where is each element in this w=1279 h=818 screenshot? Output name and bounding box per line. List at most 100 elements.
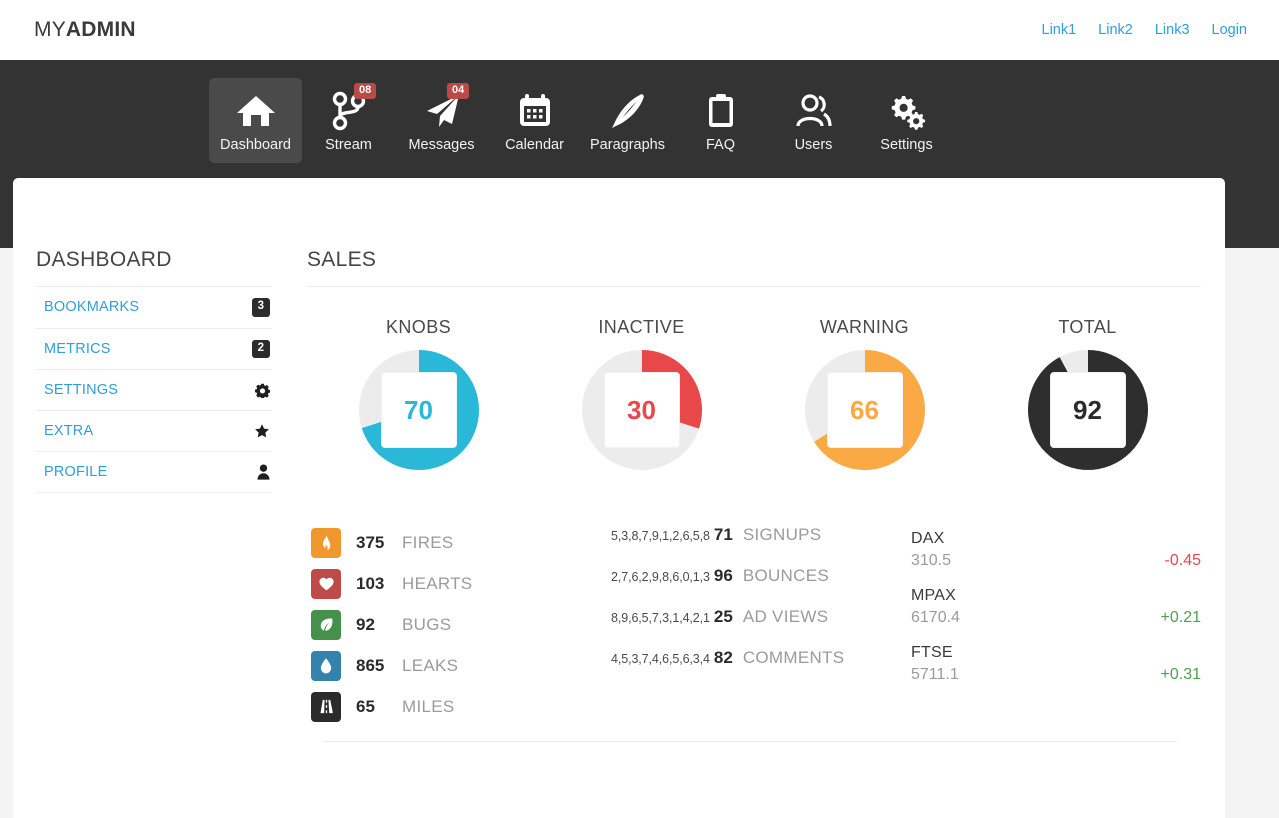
ticker-ftse[interactable]: FTSE 5711.1 +0.31 xyxy=(911,644,1201,684)
sparkline-row-comments[interactable]: 4,5,3,7,4,6,5,6,3,4 82 COMMENTS xyxy=(611,648,911,689)
gears-icon xyxy=(887,89,927,133)
sparkline-label-bounces: BOUNCES xyxy=(742,566,829,585)
donut-title-warning: WARNING xyxy=(819,317,910,337)
sidebar-item-settings[interactable]: SETTINGS xyxy=(36,370,272,411)
app-logo[interactable]: MYADMIN xyxy=(34,18,136,42)
sparkline-row-ad-views[interactable]: 8,9,6,5,7,3,1,4,2,1 25 AD VIEWS xyxy=(611,607,911,648)
donut-value-knobs: 70 xyxy=(404,394,433,425)
sparkline-value-ad-views: 25 xyxy=(713,607,733,626)
ticker-value-dax: 310.5 xyxy=(911,552,952,569)
stat-label-leaks: LEAKS xyxy=(402,655,459,675)
donut-title-knobs: KNOBS xyxy=(385,317,452,337)
sidebar-right-metrics: 2 xyxy=(251,339,270,358)
sidebar-item-extra[interactable]: EXTRA xyxy=(36,411,272,452)
top-link-1[interactable]: Link1 xyxy=(1042,22,1077,38)
donut-chart-total[interactable]: TOTAL 92 xyxy=(976,317,1199,470)
donut-center-knobs: 70 xyxy=(380,372,457,448)
stat-value-fires: 375 xyxy=(356,532,385,552)
sparkline-label-ad-views: AD VIEWS xyxy=(742,607,829,626)
donut-chart-knobs[interactable]: KNOBS 70 xyxy=(307,317,530,470)
ticker-dax[interactable]: DAX 310.5 -0.45 xyxy=(911,530,1201,570)
donut-chart-inactive[interactable]: INACTIVE 30 xyxy=(530,317,753,470)
donut-value-inactive: 30 xyxy=(627,394,656,425)
donut-ring-inactive: 30 xyxy=(581,350,702,470)
nav-label-stream: Stream xyxy=(325,137,372,153)
donut-title-total: TOTAL xyxy=(1058,317,1117,337)
nav-item-dashboard[interactable]: Dashboard xyxy=(209,78,302,163)
sparkline-value-bounces: 96 xyxy=(713,566,733,585)
user-icon xyxy=(257,464,270,480)
nav-badge-stream: 08 xyxy=(354,83,377,99)
nav-item-users[interactable]: Users xyxy=(767,78,860,163)
sparkline-value-signups: 71 xyxy=(713,525,733,544)
login-link[interactable]: Login xyxy=(1212,22,1247,38)
donut-center-inactive: 30 xyxy=(603,372,680,448)
stat-label-fires: FIRES xyxy=(402,532,454,552)
fire-icon xyxy=(311,527,341,558)
top-nav-links: Link1 Link2 Link3 Login xyxy=(1042,22,1248,38)
nav-badge-messages: 04 xyxy=(447,83,470,99)
heart-icon xyxy=(311,568,341,599)
sparkline-row-signups[interactable]: 5,3,8,7,9,1,2,6,5,8 71 SIGNUPS xyxy=(611,525,911,566)
sidebar-label-settings: SETTINGS xyxy=(44,382,119,398)
sidebar-badge-bookmarks: 3 xyxy=(251,298,270,317)
nav-item-messages[interactable]: 04 Messages xyxy=(395,78,488,163)
sidebar-item-bookmarks[interactable]: BOOKMARKS 3 xyxy=(36,287,272,329)
stat-row-fires[interactable]: 375 FIRES xyxy=(311,522,611,563)
star-icon xyxy=(254,423,270,439)
ticker-column: DAX 310.5 -0.45 MPAX 6170.4 +0.21 FTSE 5… xyxy=(911,522,1201,727)
sidebar-item-profile[interactable]: PROFILE xyxy=(36,452,272,493)
stats-icon-column: 375 FIRES 103 HEARTS 92 BUGS 865 LEAKS 6… xyxy=(311,522,611,727)
users-icon xyxy=(794,89,834,133)
bottom-divider xyxy=(322,741,1177,742)
section-title-sales: SALES xyxy=(307,248,1201,287)
stat-label-miles: MILES xyxy=(402,696,455,716)
nav-label-calendar: Calendar xyxy=(505,137,564,153)
sparkline-value-comments: 82 xyxy=(713,648,733,667)
nav-label-dashboard: Dashboard xyxy=(220,137,291,153)
stat-value-bugs: 92 xyxy=(356,614,375,634)
sparkline-label-comments: COMMENTS xyxy=(742,648,845,667)
droplet-icon xyxy=(311,650,341,681)
home-icon xyxy=(234,89,278,133)
stat-row-leaks[interactable]: 865 LEAKS xyxy=(311,645,611,686)
feather-icon xyxy=(608,89,648,133)
nav-label-settings: Settings xyxy=(880,137,933,153)
road-icon xyxy=(311,691,341,722)
main-content: SALES KNOBS 70 INACTIVE 30 WARNING 66 TO… xyxy=(296,248,1225,742)
logo-light-text: MY xyxy=(34,18,66,41)
stat-value-hearts: 103 xyxy=(356,573,385,593)
donut-chart-group: KNOBS 70 INACTIVE 30 WARNING 66 TOTAL 92 xyxy=(307,287,1201,470)
stat-row-bugs[interactable]: 92 BUGS xyxy=(311,604,611,645)
sparkline-row-bounces[interactable]: 2,7,6,2,9,8,6,0,1,3 96 BOUNCES xyxy=(611,566,911,607)
top-link-2[interactable]: Link2 xyxy=(1098,22,1133,38)
donut-ring-total: 92 xyxy=(1027,350,1148,470)
stat-row-hearts[interactable]: 103 HEARTS xyxy=(311,563,611,604)
sparkline-data-ad-views: 8,9,6,5,7,3,1,4,2,1 xyxy=(611,611,710,625)
sparkline-data-signups: 5,3,8,7,9,1,2,6,5,8 xyxy=(611,529,710,543)
nav-item-calendar[interactable]: Calendar xyxy=(488,78,581,163)
stat-label-bugs: BUGS xyxy=(402,614,452,634)
ticker-mpax[interactable]: MPAX 6170.4 +0.21 xyxy=(911,587,1201,627)
stat-value-miles: 65 xyxy=(356,696,375,716)
top-link-3[interactable]: Link3 xyxy=(1155,22,1190,38)
ticker-row-ftse: 5711.1 +0.31 xyxy=(911,666,1201,684)
donut-value-warning: 66 xyxy=(850,394,879,425)
ticker-row-mpax: 6170.4 +0.21 xyxy=(911,609,1201,627)
nav-item-faq[interactable]: FAQ xyxy=(674,78,767,163)
nav-item-settings[interactable]: Settings xyxy=(860,78,953,163)
sidebar-label-extra: EXTRA xyxy=(44,423,94,439)
nav-item-paragraphs[interactable]: Paragraphs xyxy=(581,78,674,163)
nav-item-stream[interactable]: 08 Stream xyxy=(302,78,395,163)
sidebar-item-metrics[interactable]: METRICS 2 xyxy=(36,329,272,370)
nav-label-users: Users xyxy=(794,137,833,153)
donut-chart-warning[interactable]: WARNING 66 xyxy=(753,317,976,470)
statistics-row: 375 FIRES 103 HEARTS 92 BUGS 865 LEAKS 6… xyxy=(307,470,1201,727)
sparkline-data-comments: 4,5,3,7,4,6,5,6,3,4 xyxy=(611,652,710,666)
ticker-name-mpax: MPAX xyxy=(911,587,956,604)
ticker-change-ftse: +0.31 xyxy=(1160,666,1201,683)
nav-items-row: Dashboard 08 Stream 04 Messages Calendar… xyxy=(0,78,1279,163)
stat-row-miles[interactable]: 65 MILES xyxy=(311,686,611,727)
logo-bold-text: ADMIN xyxy=(65,18,136,41)
nav-label-faq: FAQ xyxy=(705,137,735,153)
